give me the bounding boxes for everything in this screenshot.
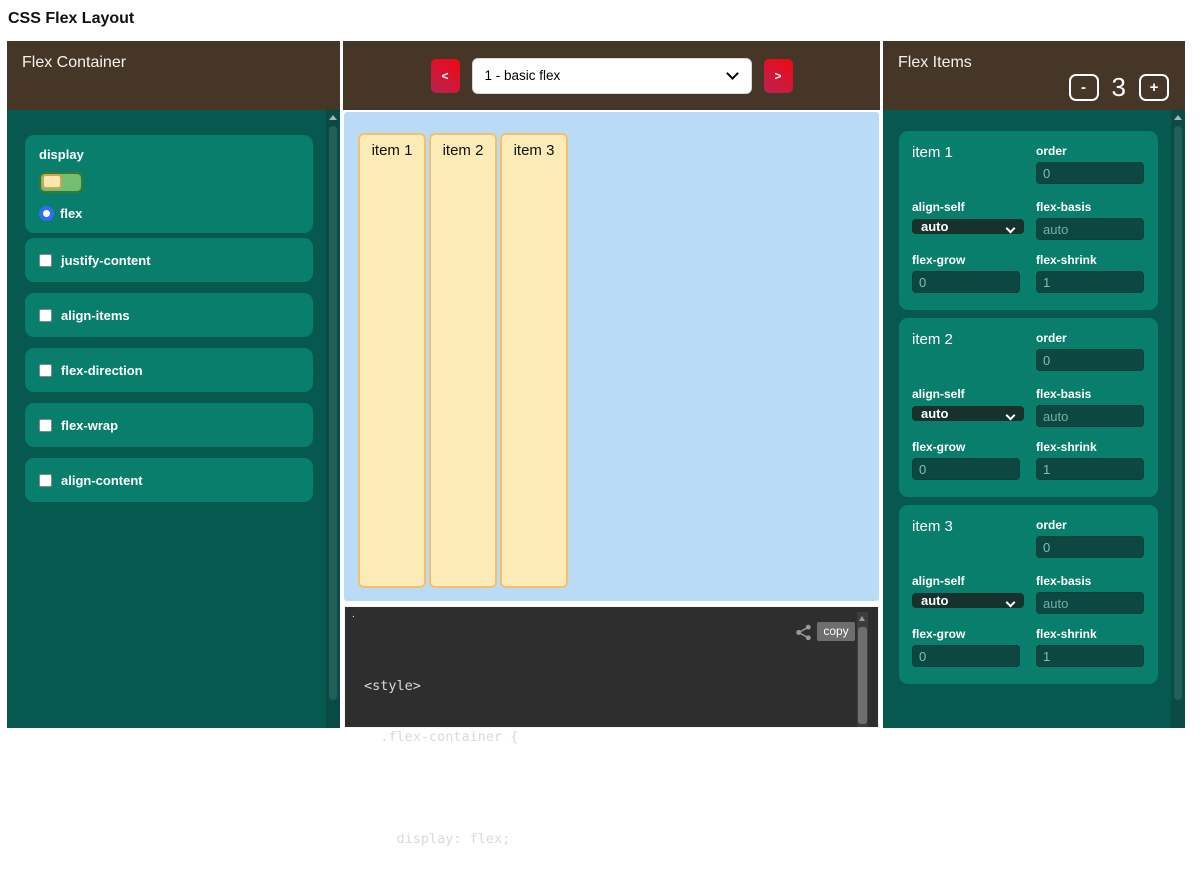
item-count: 3 <box>1112 72 1126 103</box>
justify-content-checkbox[interactable] <box>39 254 52 267</box>
item-2-title: item 2 <box>912 329 953 348</box>
align-self-label: align-self <box>912 200 1024 214</box>
remove-item-button[interactable]: - <box>1069 74 1099 101</box>
flex-items-title: Flex Items <box>898 54 972 72</box>
align-content-checkbox[interactable] <box>39 474 52 487</box>
flex-container-panel: Flex Container display flex justify-cont… <box>7 41 340 728</box>
item-1-align-self-select[interactable]: auto <box>912 219 1024 234</box>
flex-grow-label: flex-grow <box>912 627 1024 641</box>
flex-radio[interactable] <box>39 206 54 221</box>
right-panel-scrollbar[interactable] <box>1171 110 1185 728</box>
stage-item-2: item 2 <box>429 133 497 588</box>
align-content-card[interactable]: align-content <box>25 458 313 502</box>
flex-radio-label: flex <box>60 206 82 221</box>
page-title: CSS Flex Layout <box>8 10 134 28</box>
align-self-label: align-self <box>912 387 1024 401</box>
order-label: order <box>1036 518 1144 532</box>
flex-container-header: Flex Container <box>7 41 340 110</box>
item-2-align-self-select[interactable]: auto <box>912 406 1024 421</box>
align-items-label: align-items <box>61 308 130 323</box>
prev-preset-button[interactable]: < <box>431 59 460 93</box>
item-3-flex-basis-input[interactable] <box>1036 592 1144 614</box>
copy-button[interactable]: copy <box>817 622 855 641</box>
align-content-label: align-content <box>61 473 143 488</box>
item-3-card: item 3 order align-self auto flex-basis <box>899 505 1158 684</box>
item-1-title: item 1 <box>912 142 953 161</box>
flex-items-body: item 1 order align-self auto flex-basis <box>883 110 1185 728</box>
flex-basis-label: flex-basis <box>1036 200 1144 214</box>
flex-basis-label: flex-basis <box>1036 574 1144 588</box>
justify-content-label: justify-content <box>61 253 151 268</box>
code-line: display: flex; <box>364 830 848 849</box>
item-count-stepper: - 3 + <box>1069 72 1169 103</box>
item-3-order-input[interactable] <box>1036 536 1144 558</box>
left-panel-scrollbar[interactable] <box>326 110 340 728</box>
order-label: order <box>1036 331 1144 345</box>
align-items-checkbox[interactable] <box>39 309 52 322</box>
display-label: display <box>39 147 84 162</box>
item-2-card: item 2 order align-self auto flex-basis <box>899 318 1158 497</box>
flex-shrink-label: flex-shrink <box>1036 440 1144 454</box>
display-property-card: display flex <box>25 135 313 233</box>
flex-grow-label: flex-grow <box>912 440 1024 454</box>
flex-container-title: Flex Container <box>22 54 126 72</box>
code-line: .flex-container { <box>364 728 848 747</box>
flex-stage: item 1 item 2 item 3 <box>344 112 879 601</box>
flex-shrink-label: flex-shrink <box>1036 253 1144 267</box>
flex-basis-label: flex-basis <box>1036 387 1144 401</box>
flex-grow-label: flex-grow <box>912 253 1024 267</box>
preset-select[interactable]: 1 - basic flex <box>472 58 752 94</box>
code-block: <style> .flex-container { display: flex; <box>364 645 848 881</box>
stage-item-3: item 3 <box>500 133 568 588</box>
code-line: <style> <box>364 677 848 696</box>
item-1-order-input[interactable] <box>1036 162 1144 184</box>
scroll-up-icon[interactable] <box>329 115 337 120</box>
align-self-label: align-self <box>912 574 1024 588</box>
flex-items-panel: Flex Items - 3 + item 1 order align-self… <box>883 41 1185 728</box>
left-scrollbar-thumb[interactable] <box>329 126 337 700</box>
preview-panel: < 1 - basic flex > item 1 item 2 item 3 … <box>343 41 880 728</box>
align-items-card[interactable]: align-items <box>25 293 313 337</box>
stage-item-1: item 1 <box>358 133 426 588</box>
item-2-order-input[interactable] <box>1036 349 1144 371</box>
code-bullet: . <box>352 609 355 620</box>
flex-wrap-checkbox[interactable] <box>39 419 52 432</box>
scroll-up-icon[interactable] <box>1174 115 1182 120</box>
scroll-up-icon[interactable] <box>859 616 865 621</box>
item-3-flex-shrink-input[interactable] <box>1036 645 1144 667</box>
share-icon[interactable] <box>795 624 812 641</box>
preset-toolbar: < 1 - basic flex > <box>343 41 880 110</box>
flex-items-header: Flex Items - 3 + <box>883 41 1185 110</box>
item-2-flex-basis-input[interactable] <box>1036 405 1144 427</box>
flex-direction-label: flex-direction <box>61 363 143 378</box>
item-3-title: item 3 <box>912 516 953 535</box>
flex-wrap-label: flex-wrap <box>61 418 118 433</box>
add-item-button[interactable]: + <box>1139 74 1169 101</box>
display-toggle[interactable] <box>39 172 83 193</box>
item-1-flex-basis-input[interactable] <box>1036 218 1144 240</box>
item-3-flex-grow-input[interactable] <box>912 645 1020 667</box>
item-2-flex-shrink-input[interactable] <box>1036 458 1144 480</box>
flex-direction-card[interactable]: flex-direction <box>25 348 313 392</box>
item-2-flex-grow-input[interactable] <box>912 458 1020 480</box>
item-1-card: item 1 order align-self auto flex-basis <box>899 131 1158 310</box>
code-scrollbar[interactable] <box>857 612 868 727</box>
justify-content-card[interactable]: justify-content <box>25 238 313 282</box>
order-label: order <box>1036 144 1144 158</box>
flex-container-body: display flex justify-content align-items… <box>7 110 340 728</box>
code-line <box>364 779 848 798</box>
flex-wrap-card[interactable]: flex-wrap <box>25 403 313 447</box>
item-3-align-self-select[interactable]: auto <box>912 593 1024 608</box>
item-1-flex-shrink-input[interactable] <box>1036 271 1144 293</box>
right-scrollbar-thumb[interactable] <box>1174 126 1182 700</box>
code-panel: . copy <style> .flex-container { display… <box>344 606 879 728</box>
flex-shrink-label: flex-shrink <box>1036 627 1144 641</box>
flex-direction-checkbox[interactable] <box>39 364 52 377</box>
display-toggle-knob <box>42 174 62 189</box>
next-preset-button[interactable]: > <box>764 59 793 93</box>
code-scrollbar-thumb[interactable] <box>858 627 867 724</box>
item-1-flex-grow-input[interactable] <box>912 271 1020 293</box>
